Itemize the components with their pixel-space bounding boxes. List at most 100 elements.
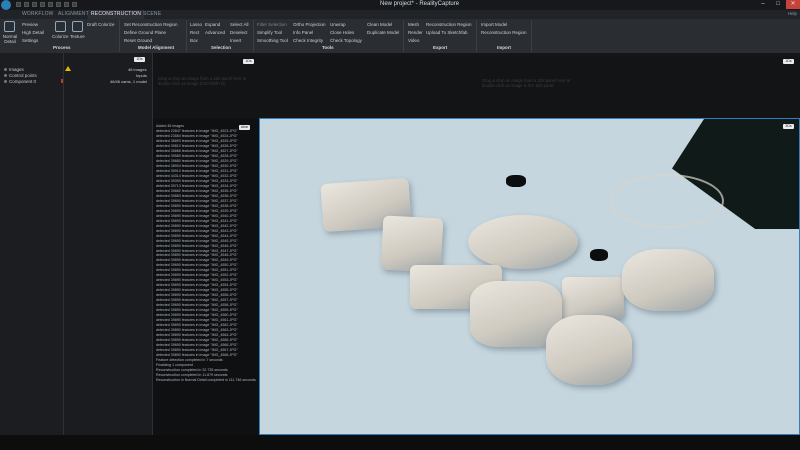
divider	[119, 20, 120, 52]
save-icon[interactable]	[32, 2, 37, 7]
select-all-button[interactable]: Select All	[230, 22, 249, 27]
console-line: detected 35866 features in image "IMG_45…	[156, 148, 238, 153]
define-ground-button[interactable]: Define Ground Plane	[124, 30, 166, 35]
check-topology-button[interactable]: Check Topology	[330, 38, 362, 43]
ribbon	[0, 19, 800, 54]
close-holes-button[interactable]: Close Holes	[330, 30, 354, 35]
rock-mesh	[622, 249, 714, 311]
smoothing-tool-button[interactable]: Smoothing Tool	[257, 38, 288, 43]
high-detail-button[interactable]: High Detail	[22, 30, 44, 35]
console-line: detected 39890 features in image "IMG_45…	[156, 268, 238, 273]
import-region-button[interactable]: Reconstruction Region	[481, 30, 527, 35]
video-button[interactable]: Video	[408, 38, 419, 43]
view2-1ds-button[interactable]: 1Ds	[783, 59, 794, 64]
console-line: Reconstruction in Normal Detail complete…	[156, 377, 256, 382]
divider	[186, 20, 187, 52]
normal-detail-button[interactable]: Normal Detail	[2, 34, 18, 44]
panel-1ds-button[interactable]: 1Ds	[134, 57, 145, 62]
import-model-button[interactable]: Import Model	[481, 22, 507, 27]
open-icon[interactable]	[24, 2, 29, 7]
view3d-3ds-button[interactable]: 3Ds	[783, 124, 794, 129]
box-button[interactable]: Box	[190, 38, 198, 43]
view2-placeholder: Drag & drop an image from a 1Ds panel he…	[482, 78, 571, 88]
check-integrity-button[interactable]: Check Integrity	[293, 38, 323, 43]
cams-summary: 46/46 cams, 1 model	[110, 79, 148, 84]
tree-item-control-points[interactable]: Control points	[4, 73, 37, 78]
new-icon[interactable]	[16, 2, 21, 7]
console-line: detected 39890 features in image "IMG_45…	[156, 298, 238, 303]
tab-workflow[interactable]: WORKFLOW	[22, 10, 54, 19]
console-line: detected 39580 features in image "IMG_45…	[156, 153, 238, 158]
console-line: detected 39890 features in image "IMG_45…	[156, 278, 238, 283]
texture-icon[interactable]	[72, 21, 83, 32]
view1-1ds-button[interactable]: 1Ds	[243, 59, 254, 64]
render-button[interactable]: Render	[408, 30, 423, 35]
texture-button[interactable]: Texture	[70, 34, 85, 39]
lasso-button[interactable]: Lasso	[190, 22, 202, 27]
info-panel-button[interactable]: Info Panel	[293, 30, 313, 35]
minimize-button[interactable]: –	[756, 0, 770, 9]
tab-scene[interactable]: SCENE	[143, 10, 161, 19]
undo-icon[interactable]	[40, 2, 45, 7]
console-line: Added 46 images	[156, 124, 184, 128]
export-region-button[interactable]: Reconstruction Region	[426, 22, 472, 27]
ortho-projection-button[interactable]: Ortho Projection	[293, 22, 326, 27]
console-line: detected 39890 features in image "IMG_45…	[156, 308, 238, 313]
inputs-label: Inputs	[136, 73, 147, 78]
console-line: detected 39890 features in image "IMG_45…	[156, 253, 238, 258]
image-view-1[interactable]	[153, 57, 259, 117]
reset-ground-button[interactable]: Reset Ground	[124, 38, 152, 43]
settings-button[interactable]: Settings	[22, 38, 38, 43]
help-link[interactable]: Help	[788, 11, 797, 16]
group-import-title: Import	[497, 45, 511, 50]
console-line: detected 39890 features in image "IMG_45…	[156, 338, 238, 343]
ring-mesh	[610, 174, 724, 228]
console-line: detected 39890 features in image "IMG_45…	[156, 318, 238, 323]
component-marker	[61, 79, 63, 83]
tree-item-component[interactable]: Component 0	[4, 79, 36, 84]
unwrap-button[interactable]: Unwrap	[330, 22, 346, 27]
console-line: detected 39890 features in image "IMG_45…	[156, 288, 238, 293]
rock-mesh	[546, 315, 632, 385]
invert-button[interactable]: Invert	[230, 38, 241, 43]
tab-reconstruction[interactable]: RECONSTRUCTION	[88, 10, 145, 19]
divider	[253, 20, 254, 52]
layout-icon[interactable]	[48, 2, 53, 7]
draft-colorize-button[interactable]: Draft Colorize	[87, 22, 115, 27]
normal-detail-icon[interactable]	[4, 21, 15, 32]
rock-mesh	[468, 215, 578, 269]
close-button[interactable]: ✕	[786, 0, 800, 9]
filter-selection-button[interactable]: Filter Selection	[257, 22, 287, 27]
simplify-tool-button[interactable]: Simplify Tool	[257, 30, 282, 35]
upload-sketchfab-button[interactable]: Upload To Sketchfab	[426, 30, 467, 35]
layout4-icon[interactable]	[72, 2, 77, 7]
console-clear-button[interactable]: clear	[239, 125, 250, 130]
mesh-hole	[506, 175, 526, 187]
layout2-icon[interactable]	[56, 2, 61, 7]
maximize-button[interactable]: □	[771, 0, 785, 9]
console-line: Feature detection completed in 7 seconds	[156, 358, 223, 363]
console-line: detected 39890 features in image "IMG_45…	[156, 283, 238, 288]
3d-view[interactable]: 3Ds	[259, 118, 800, 435]
tree-node-icon	[4, 68, 7, 71]
preview-button[interactable]: Preview	[22, 22, 38, 27]
colorize-icon[interactable]	[55, 21, 66, 32]
rect-button[interactable]: Rect	[190, 30, 199, 35]
duplicate-model-button[interactable]: Duplicate Model	[367, 30, 399, 35]
tree-item-images[interactable]: Images	[4, 67, 24, 72]
tab-alignment[interactable]: ALIGNMENT	[58, 10, 89, 19]
layout3-icon[interactable]	[64, 2, 69, 7]
view1-placeholder: Drag & drop an image from a 1Ds panel he…	[158, 76, 247, 86]
console-line: detected 39890 features in image "IMG_45…	[156, 243, 238, 248]
expand-button[interactable]: Expand	[205, 22, 220, 27]
set-region-button[interactable]: Set Reconstruction Region	[124, 22, 178, 27]
console-line: detected 39890 features in image "IMG_45…	[156, 248, 238, 253]
console-line: detected 39882 features in image "IMG_45…	[156, 188, 238, 193]
mesh-button[interactable]: Mesh	[408, 22, 419, 27]
deselect-button[interactable]: Deselect	[230, 30, 248, 35]
console-line: detected 39890 features in image "IMG_45…	[156, 348, 238, 353]
advanced-button[interactable]: Advanced	[205, 30, 225, 35]
app-logo-icon[interactable]	[1, 0, 11, 10]
colorize-button[interactable]: Colorize	[52, 34, 69, 39]
clean-model-button[interactable]: Clean Model	[367, 22, 392, 27]
